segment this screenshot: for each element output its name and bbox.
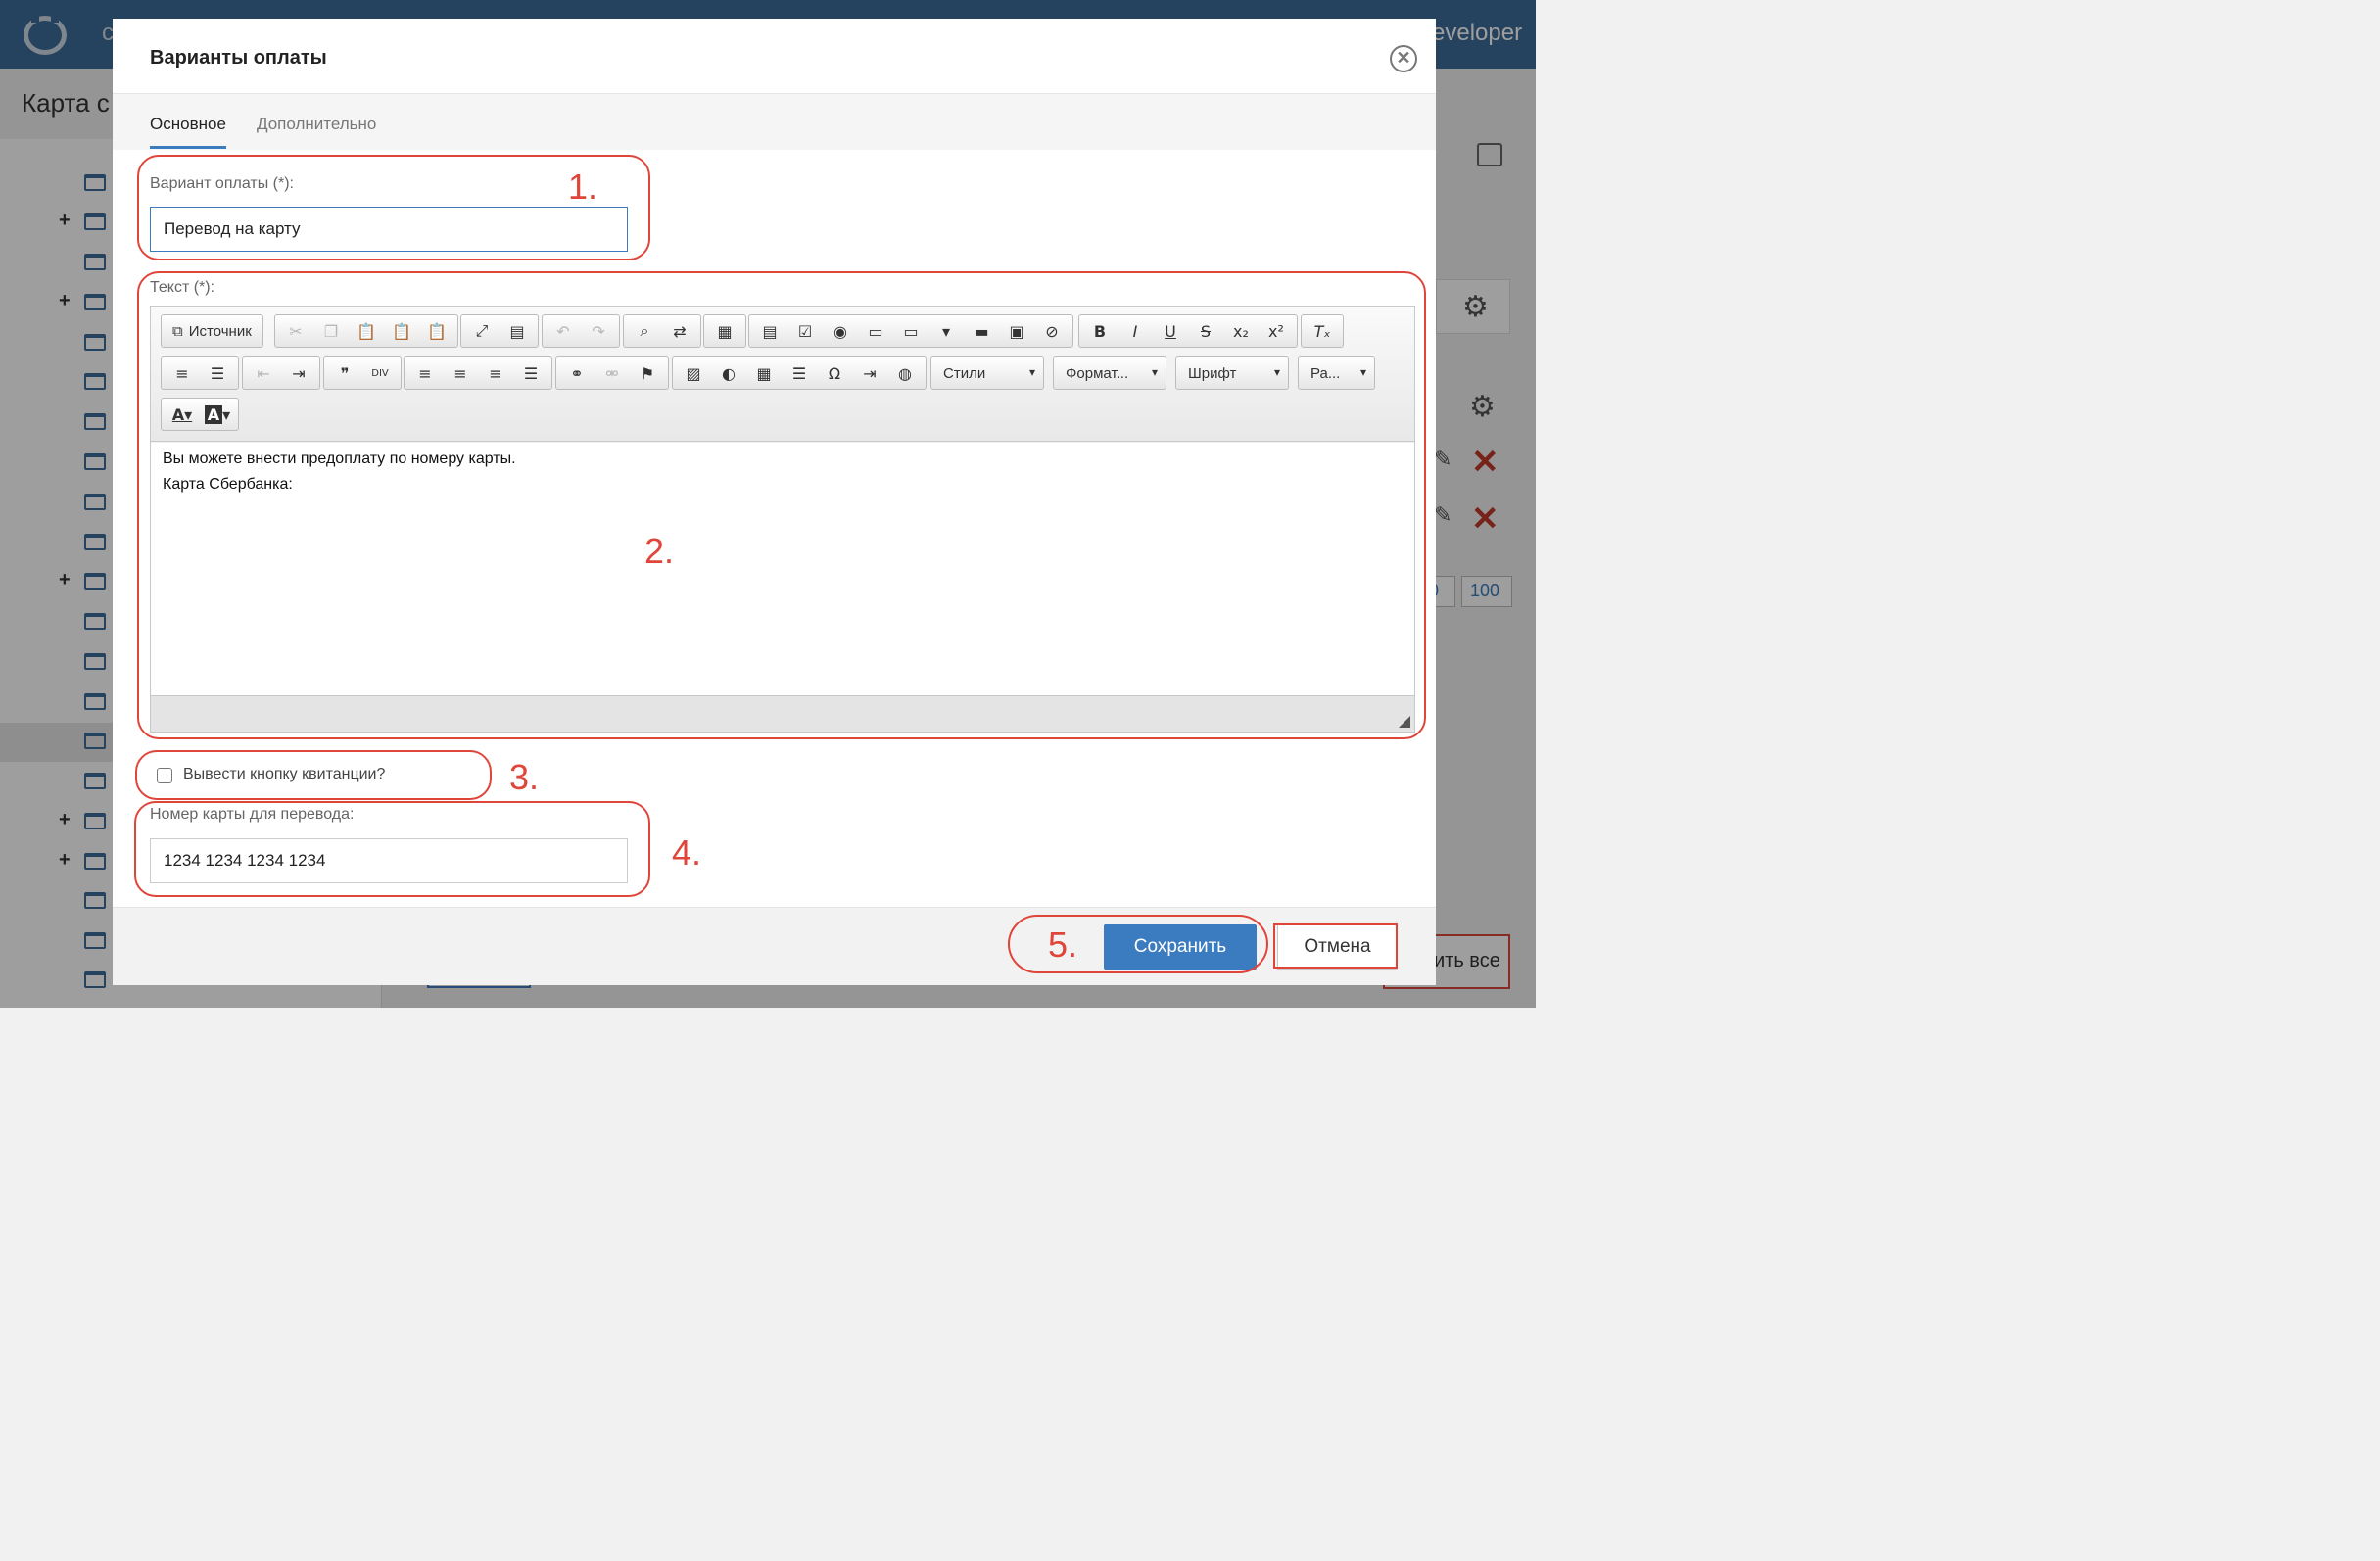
dialog-header: Варианты оплаты ✕: [113, 19, 1436, 94]
annotation-outline-3: [135, 750, 492, 800]
annotation-number: 3.: [509, 757, 540, 797]
annotation-outline-4: [134, 801, 650, 897]
annotation-outline-5: [1008, 915, 1268, 973]
annotation-number: 2.: [644, 531, 675, 571]
dialog-title: Варианты оплаты: [150, 47, 327, 69]
annotation-number: 4.: [672, 832, 702, 873]
annotation-outline-cancel: [1273, 923, 1398, 969]
annotation-number: 5.: [1048, 924, 1078, 965]
annotation-outline-2: [137, 271, 1426, 739]
dialog-tabs: Основное Дополнительно: [113, 94, 1436, 150]
annotation-number: 1.: [568, 166, 598, 207]
tab-main[interactable]: Основное: [150, 115, 226, 149]
close-icon[interactable]: ✕: [1390, 45, 1417, 72]
tab-additional[interactable]: Дополнительно: [257, 115, 376, 146]
